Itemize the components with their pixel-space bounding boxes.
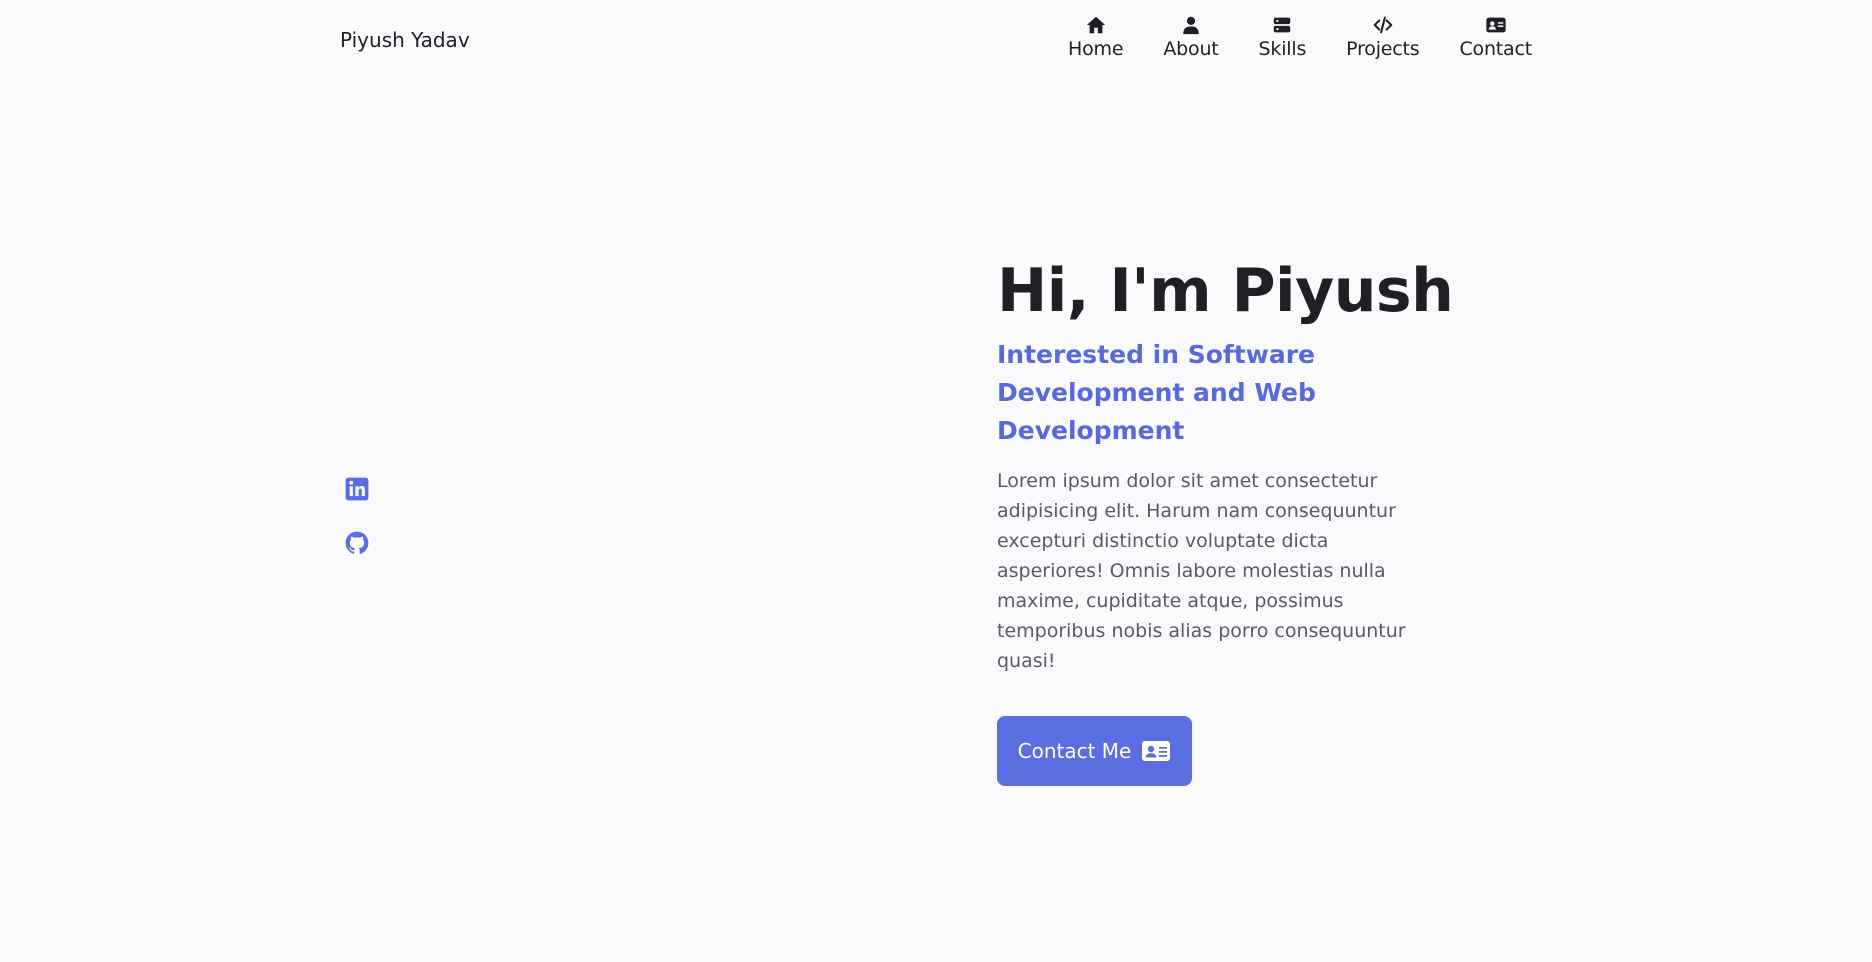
nav-contact-label: Contact xyxy=(1459,38,1532,60)
main-nav: Home About Skills Projects Contact xyxy=(1068,14,1532,60)
code-icon xyxy=(1373,16,1393,34)
nav-projects-label: Projects xyxy=(1346,38,1420,60)
nav-about[interactable]: About xyxy=(1163,14,1219,60)
home-icon xyxy=(1086,16,1105,34)
id-card-icon xyxy=(1486,17,1506,33)
linkedin-link[interactable] xyxy=(344,476,370,502)
nav-home[interactable]: Home xyxy=(1068,14,1124,60)
github-icon xyxy=(345,531,369,554)
header: Piyush Yadav Home About Skills Projects … xyxy=(0,0,1872,80)
hero-section: Hi, I'm Piyush Interested in Software De… xyxy=(997,256,1454,676)
site-logo[interactable]: Piyush Yadav xyxy=(340,28,470,52)
contact-me-label: Contact Me xyxy=(1017,739,1132,763)
nav-home-label: Home xyxy=(1068,38,1124,60)
nav-contact[interactable]: Contact xyxy=(1459,14,1532,60)
hero-title: Hi, I'm Piyush xyxy=(997,256,1454,326)
hero-description: Lorem ipsum dolor sit amet consectetur a… xyxy=(997,470,1406,672)
nav-skills[interactable]: Skills xyxy=(1258,14,1307,60)
linkedin-icon xyxy=(345,477,369,501)
nav-projects[interactable]: Projects xyxy=(1346,14,1420,60)
user-icon xyxy=(1183,16,1199,35)
id-card-icon xyxy=(1142,741,1171,761)
hero-subtitle: Interested in Software Development and W… xyxy=(997,340,1316,445)
nav-skills-label: Skills xyxy=(1258,38,1307,60)
contact-me-button[interactable]: Contact Me xyxy=(997,716,1192,786)
github-link[interactable] xyxy=(344,530,370,556)
social-links xyxy=(344,476,370,556)
nav-about-label: About xyxy=(1163,38,1219,60)
layers-icon xyxy=(1274,17,1291,33)
